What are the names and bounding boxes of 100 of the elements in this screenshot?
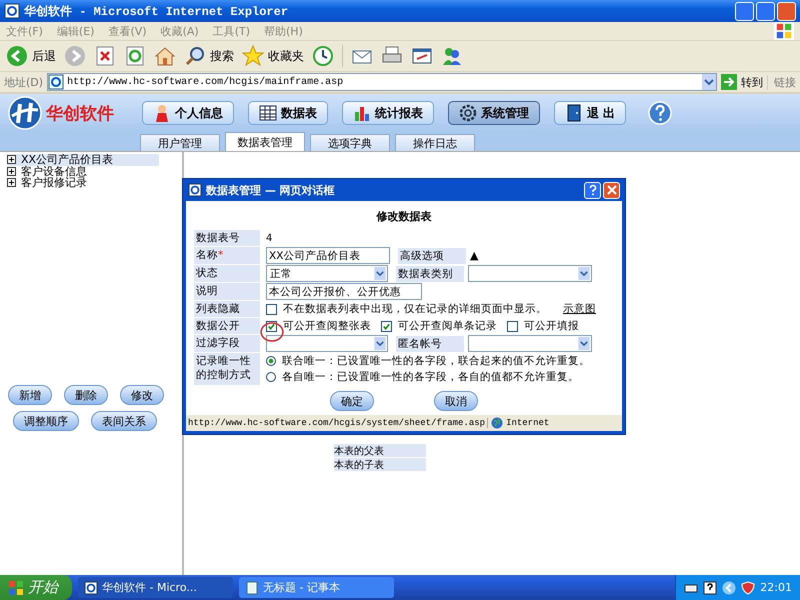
help-icon [586, 184, 598, 196]
nav-button[interactable]: 退 出 [554, 101, 626, 125]
field-label: 数据表类别 [396, 266, 464, 282]
tree-item[interactable]: 客户设备信息 [7, 166, 159, 177]
nav-button[interactable]: 个人信息 [142, 101, 234, 125]
taskbar-button[interactable]: 华创软件 - Micro... [78, 577, 233, 598]
action-button[interactable]: 新增 [8, 385, 52, 405]
page-icon [48, 74, 64, 90]
checkbox[interactable] [266, 304, 277, 314]
windows-logo-icon [774, 22, 794, 40]
action-button[interactable]: 表间关系 [91, 411, 157, 431]
taskbar-button[interactable]: 无标题 - 记事本 [239, 577, 394, 598]
dialog-button[interactable]: 确定 [330, 391, 374, 411]
expand-icon[interactable] [7, 178, 16, 188]
favorites-button[interactable]: 收藏夹 [242, 45, 304, 67]
field-label: 数据表号 [194, 230, 260, 246]
chevron-left-icon[interactable] [722, 580, 736, 594]
action-button[interactable]: 删除 [64, 385, 108, 405]
radio-button[interactable] [266, 356, 276, 366]
close-button[interactable] [603, 182, 620, 198]
expand-icon[interactable] [7, 155, 16, 164]
field-label: 说明 [194, 283, 260, 300]
address-label: 地址(D) [4, 74, 44, 90]
notepad-icon [245, 580, 259, 594]
person-icon [153, 104, 171, 122]
browser-icon [84, 580, 98, 594]
field-label: 列表隐藏 [194, 301, 260, 317]
field-value: 4 [266, 232, 272, 244]
checkbox-label: 可公开填报 [524, 319, 579, 333]
search-button[interactable]: 搜索 [184, 45, 234, 67]
table-cell: 本表的父表 [334, 444, 426, 457]
checkbox-label: 不在数据表列表中出现，仅在记录的详细页面中显示。 [283, 302, 547, 316]
address-field[interactable]: http://www.hc-software.com/hcgis/mainframe.asp [47, 73, 717, 91]
nav-button[interactable]: 数据表 [248, 101, 328, 125]
window-title: 华创软件 - Microsoft Internet Explorer [24, 4, 288, 20]
home-icon[interactable] [154, 45, 176, 67]
minimize-button[interactable] [735, 2, 754, 20]
checkbox[interactable] [381, 320, 392, 332]
links-label[interactable]: 链接 [767, 74, 796, 90]
field-label: 匿名帐号 [396, 336, 464, 352]
restore-button[interactable] [756, 2, 775, 20]
settings-icon [459, 104, 477, 122]
tab[interactable]: 操作日志 [395, 134, 475, 151]
nav-button[interactable]: 系统管理 [448, 101, 540, 125]
field-label: 记录唯一性的控制方式 [194, 353, 260, 385]
arrow-right-icon [721, 74, 737, 90]
windows-logo-icon [8, 580, 24, 596]
select-field[interactable] [468, 265, 592, 282]
action-button[interactable]: 修改 [120, 385, 164, 405]
help-button[interactable] [584, 182, 601, 198]
diagram-link[interactable]: 示意图 [563, 302, 596, 316]
checkbox-label: 可公开查阅单条记录 [398, 319, 497, 333]
field-label: 状态 [194, 265, 260, 282]
triangle-toggle[interactable]: ▲ [470, 249, 478, 262]
stop-icon[interactable] [94, 45, 116, 67]
text-field[interactable]: 本公司公开报价、公开优惠 [266, 283, 422, 300]
history-icon[interactable] [312, 45, 334, 67]
radio-label: 各自唯一：已设置唯一性的各字段，各自的值都不允许重复。 [282, 370, 579, 384]
text-field[interactable]: XX公司产品价目表 [266, 247, 390, 264]
close-icon [606, 184, 618, 196]
table-cell: 本表的子表 [334, 458, 426, 471]
tab[interactable]: 用户管理 [140, 134, 220, 151]
bar-chart-icon [353, 104, 371, 122]
checkbox[interactable] [507, 320, 518, 332]
status-url: http://www.hc-software.com/hcgis/system/sheet/frame.asp [188, 418, 488, 428]
search-icon [184, 45, 206, 67]
field-label: 过滤字段 [194, 335, 260, 352]
door-icon [565, 104, 583, 122]
select-field[interactable] [468, 335, 592, 352]
go-button[interactable]: 转到 [721, 74, 763, 90]
refresh-icon[interactable] [124, 45, 146, 67]
select-field[interactable] [266, 335, 388, 352]
help-icon[interactable] [703, 580, 718, 594]
shield-icon[interactable] [741, 580, 756, 594]
tab[interactable]: 数据表管理 [225, 132, 305, 151]
back-button[interactable]: 后退 [6, 45, 56, 67]
browser-icon [4, 3, 20, 19]
globe-icon [491, 417, 504, 429]
dialog-title: 数据表管理 — 网页对话框 [206, 182, 335, 198]
expand-icon[interactable] [7, 166, 16, 176]
highlight-circle [260, 321, 284, 343]
select-field[interactable]: 正常 [266, 265, 388, 282]
dialog-icon [188, 183, 202, 197]
action-button[interactable]: 调整顺序 [13, 411, 79, 431]
tab[interactable]: 选项字典 [310, 134, 390, 151]
tree-item[interactable]: 客户报修记录 [7, 177, 159, 188]
start-button[interactable]: 开始 [0, 575, 72, 600]
messenger-icon[interactable] [441, 45, 463, 67]
radio-label: 联合唯一：已设置唯一性的各字段，联合起来的值不允许重复。 [282, 354, 590, 368]
field-label: 数据公开 [194, 318, 260, 334]
dialog-button[interactable]: 取消 [434, 391, 478, 411]
logo-icon [8, 96, 42, 130]
close-button[interactable] [777, 2, 796, 20]
form-heading: 修改数据表 [376, 209, 432, 224]
nav-button[interactable]: 统计报表 [342, 101, 434, 125]
radio-button[interactable] [266, 372, 276, 382]
table-icon [259, 104, 277, 122]
tree-item[interactable]: XX公司产品价目表 [7, 154, 159, 166]
field-label: 名称* [194, 247, 260, 264]
logo-text: 华创软件 [46, 102, 114, 124]
